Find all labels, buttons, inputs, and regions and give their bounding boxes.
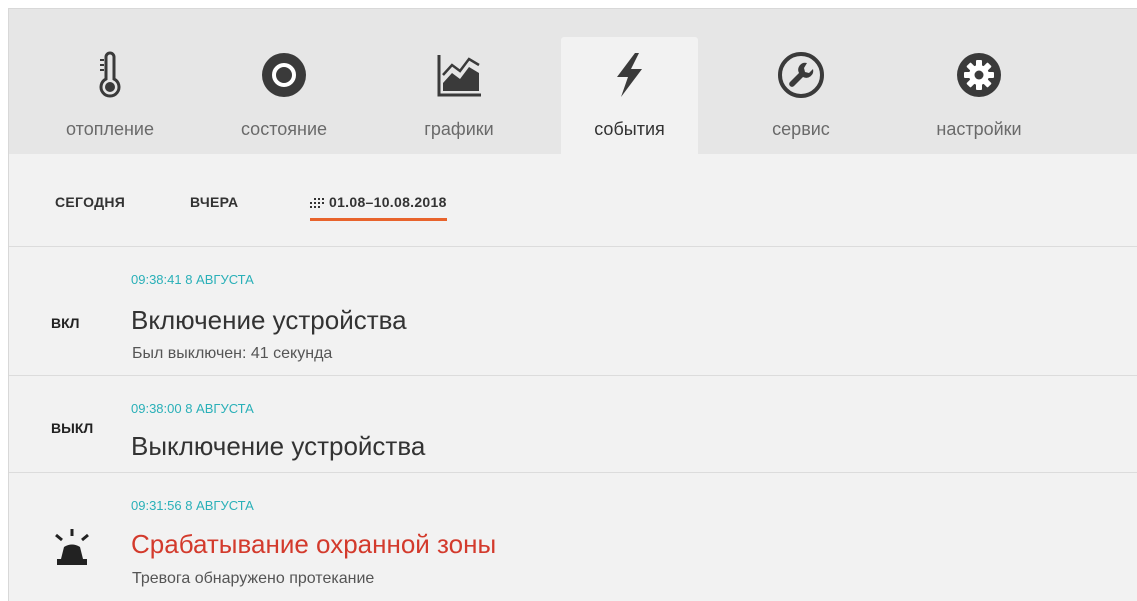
tab-label: отопление xyxy=(66,119,154,139)
tab-label: графики xyxy=(424,119,494,139)
tab-label: состояние xyxy=(240,119,328,139)
gear-icon xyxy=(957,53,1001,97)
thermometer-icon xyxy=(99,51,121,98)
tab-bar: отопление состояние графики события серв… xyxy=(9,9,1137,154)
event-time: 09:38:41 8 АВГУСТА xyxy=(131,272,254,287)
siren-icon xyxy=(55,529,89,565)
tab-heating[interactable]: отопление xyxy=(46,37,174,154)
event-subtitle: Был выключен: 41 секунда xyxy=(132,345,333,362)
chart-icon xyxy=(437,55,481,97)
lightning-icon xyxy=(617,53,642,97)
tab-service[interactable]: сервис xyxy=(751,37,851,154)
event-row[interactable]: 09:38:00 8 АВГУСТА ВЫКЛ Выключение устро… xyxy=(9,376,1137,472)
filter-yesterday[interactable]: ВЧЕРА xyxy=(190,194,238,210)
app-window: отопление состояние графики события серв… xyxy=(8,8,1137,601)
event-row[interactable]: 09:38:41 8 АВГУСТА ВКЛ Включение устройс… xyxy=(9,247,1137,375)
event-time: 09:31:56 8 АВГУСТА xyxy=(131,498,254,513)
date-range-label: 01.08–10.08.2018 xyxy=(329,194,447,210)
filter-date-range[interactable]: 01.08–10.08.2018 xyxy=(310,194,447,221)
status-circle-icon xyxy=(262,53,306,97)
tab-label: события xyxy=(594,119,665,139)
active-filter-underline xyxy=(310,218,447,221)
tab-settings[interactable]: настройки xyxy=(914,37,1044,154)
filter-today[interactable]: СЕГОДНЯ xyxy=(55,194,125,210)
tab-charts[interactable]: графики xyxy=(406,37,512,154)
event-badge: ВКЛ xyxy=(51,315,80,331)
tab-label: настройки xyxy=(936,119,1022,139)
tab-status[interactable]: состояние xyxy=(224,37,344,154)
calendar-grid-icon xyxy=(310,198,324,209)
event-row[interactable]: 09:31:56 8 АВГУСТА Срабатывание охранной… xyxy=(9,473,1137,601)
wrench-icon xyxy=(778,52,824,98)
event-title: Срабатывание охранной зоны xyxy=(131,529,497,559)
event-title: Включение устройства xyxy=(131,305,407,335)
tab-label: сервис xyxy=(772,119,830,139)
event-time: 09:38:00 8 АВГУСТА xyxy=(131,401,254,416)
event-title: Выключение устройства xyxy=(131,431,426,461)
event-badge: ВЫКЛ xyxy=(51,420,94,436)
events-panel: СЕГОДНЯ ВЧЕРА 01.08–10.08.2018 09:38:41 … xyxy=(9,154,1137,601)
tab-events[interactable]: события xyxy=(561,37,698,154)
date-filter-bar: СЕГОДНЯ ВЧЕРА 01.08–10.08.2018 xyxy=(9,154,1137,246)
event-subtitle: Тревога обнаружено протекание xyxy=(132,570,375,587)
